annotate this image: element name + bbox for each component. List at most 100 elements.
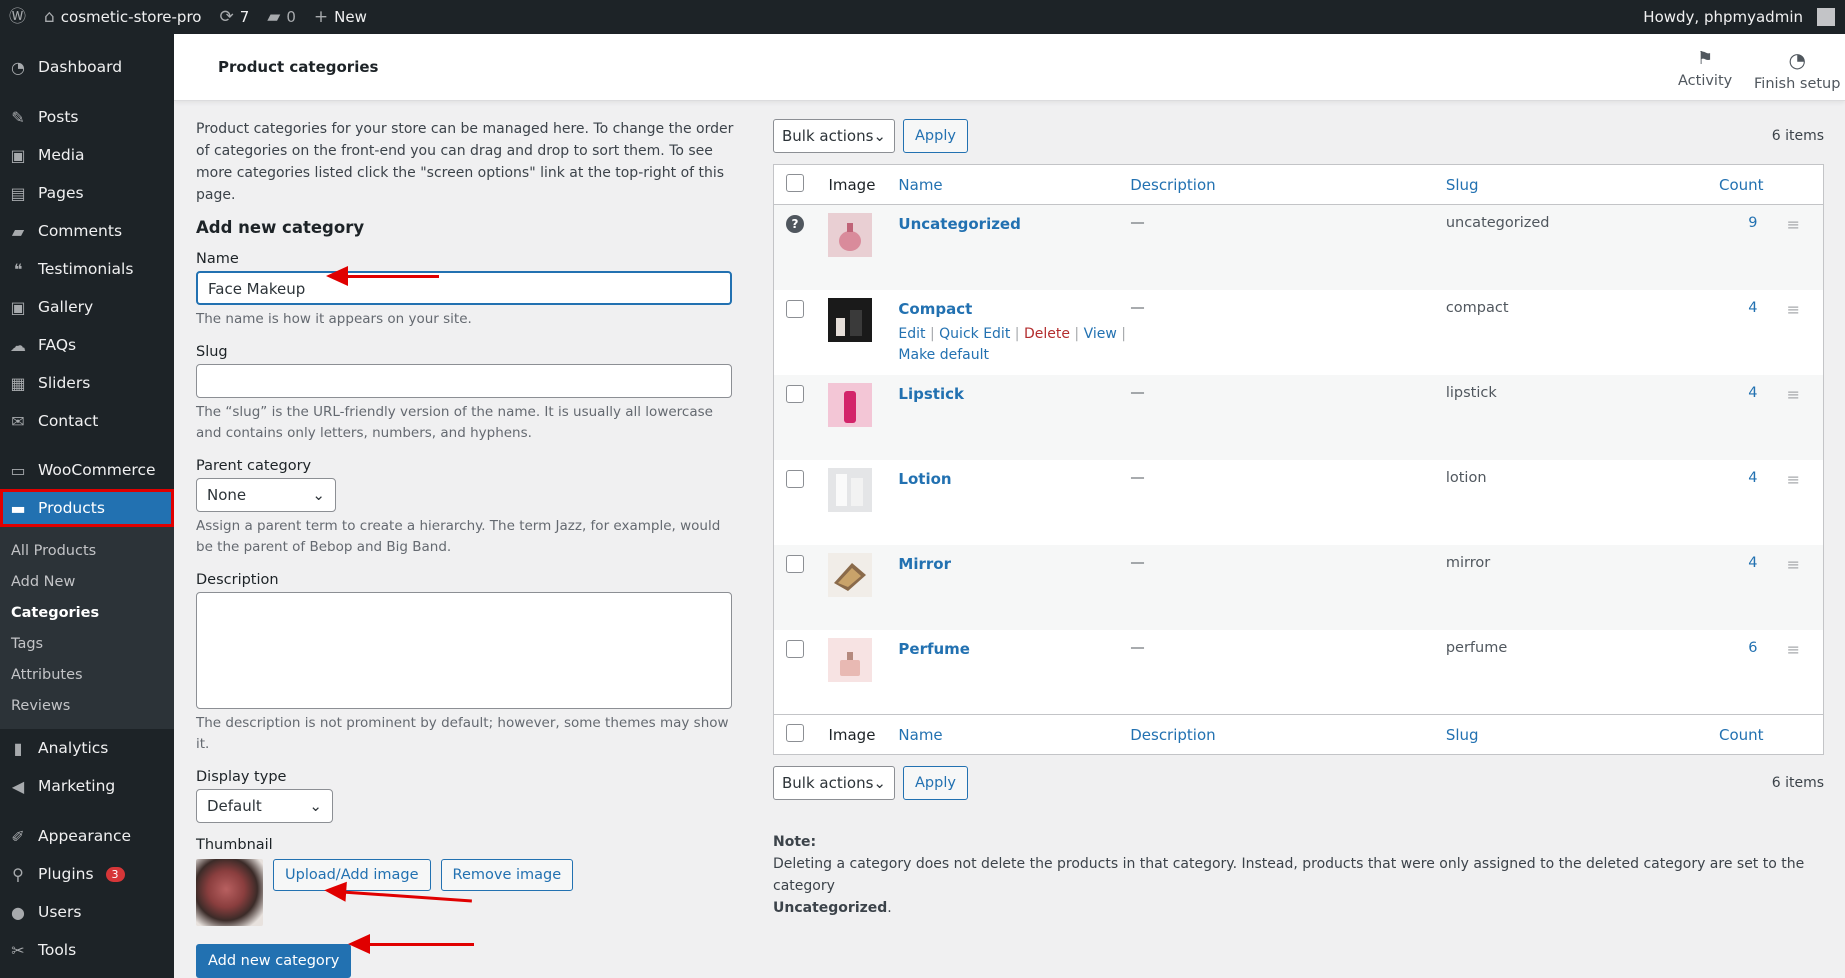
row-checkbox[interactable] xyxy=(786,384,804,403)
menu-media[interactable]: ▣ Media xyxy=(0,136,174,174)
category-name-link[interactable]: Uncategorized xyxy=(898,215,1020,233)
quick-edit-link[interactable]: Quick Edit xyxy=(939,326,1010,342)
bulk-actions-select-top[interactable]: Bulk actions ⌄ xyxy=(773,119,895,153)
submenu-reviews[interactable]: Reviews xyxy=(0,690,174,721)
archive-icon: ▬ xyxy=(10,498,26,518)
drag-handle-icon[interactable]: ≡ xyxy=(1764,460,1824,545)
updates-link[interactable]: ⟳ 7 xyxy=(210,0,258,34)
submenu-categories[interactable]: Categories xyxy=(0,597,174,628)
category-name-link[interactable]: Lotion xyxy=(898,470,951,488)
bulk-actions-select-bottom[interactable]: Bulk actions ⌄ xyxy=(773,766,895,800)
make-default-link[interactable]: Make default xyxy=(898,347,989,363)
menu-products[interactable]: ▬ Products xyxy=(0,489,174,527)
menu-testimonials[interactable]: ❝ Testimonials xyxy=(0,250,174,288)
category-name-link[interactable]: Mirror xyxy=(898,555,951,573)
comments-link[interactable]: ▰ 0 xyxy=(258,0,305,34)
category-name-link[interactable]: Compact xyxy=(898,300,972,318)
gallery-icon: ▣ xyxy=(10,297,26,317)
faq-icon: ☁ xyxy=(10,335,26,355)
menu-tools[interactable]: ✂ Tools xyxy=(0,931,174,969)
display-type-select[interactable]: Default ⌄ xyxy=(196,789,333,823)
column-slug-bottom[interactable]: Slug xyxy=(1445,714,1686,755)
row-checkbox[interactable] xyxy=(786,469,804,488)
upload-image-button[interactable]: Upload/Add image xyxy=(273,859,431,891)
menu-plugins[interactable]: ⚲ Plugins 3 xyxy=(0,855,174,893)
category-name-link[interactable]: Perfume xyxy=(898,640,970,658)
column-slug[interactable]: Slug xyxy=(1445,164,1686,205)
annotation-arrow xyxy=(348,934,474,954)
row-checkbox[interactable] xyxy=(786,639,804,658)
chevron-down-icon: ⌄ xyxy=(873,774,886,792)
menu-gallery[interactable]: ▣ Gallery xyxy=(0,288,174,326)
edit-link[interactable]: Edit xyxy=(898,326,925,342)
apply-button-top[interactable]: Apply xyxy=(903,119,968,153)
menu-comments[interactable]: ▰ Comments xyxy=(0,212,174,250)
menu-marketing[interactable]: ◀ Marketing xyxy=(0,767,174,805)
category-image xyxy=(828,552,873,597)
menu-users[interactable]: ● Users xyxy=(0,893,174,931)
category-count-link[interactable]: 4 xyxy=(1686,375,1764,460)
column-description[interactable]: Description xyxy=(1130,164,1446,205)
menu-sliders[interactable]: ▦ Sliders xyxy=(0,364,174,402)
apply-button-bottom[interactable]: Apply xyxy=(903,766,968,800)
flag-icon: ⚑ xyxy=(1697,48,1714,69)
menu-dashboard[interactable]: ◔ Dashboard xyxy=(0,48,174,86)
view-link[interactable]: View xyxy=(1084,326,1117,342)
menu-appearance[interactable]: ✐ Appearance xyxy=(0,817,174,855)
finish-setup-button[interactable]: ◔ Finish setup xyxy=(1754,48,1840,92)
menu-woocommerce[interactable]: ▭ WooCommerce xyxy=(0,451,174,489)
category-count-link[interactable]: 9 xyxy=(1686,205,1764,290)
delete-note: Note: Deleting a category does not delet… xyxy=(773,834,1805,916)
category-count-link[interactable]: 4 xyxy=(1686,460,1764,545)
category-slug: perfume xyxy=(1445,639,1508,656)
category-count-link[interactable]: 4 xyxy=(1686,290,1764,375)
menu-faqs[interactable]: ☁ FAQs xyxy=(0,326,174,364)
category-image xyxy=(828,637,873,682)
activity-button[interactable]: ⚑ Activity xyxy=(1678,48,1732,89)
name-input[interactable]: Face Makeup xyxy=(196,271,732,305)
thumbnail-label: Thumbnail xyxy=(196,837,273,853)
annotation-arrow xyxy=(326,266,439,286)
drag-handle-icon[interactable]: ≡ xyxy=(1764,630,1824,715)
wordpress-logo-icon[interactable]: Ⓦ xyxy=(0,0,35,34)
select-all-checkbox[interactable] xyxy=(786,173,804,192)
drag-handle-icon[interactable]: ≡ xyxy=(1764,375,1824,460)
submenu-add-new[interactable]: Add New xyxy=(0,566,174,597)
column-count-bottom[interactable]: Count xyxy=(1685,714,1764,755)
submenu-attributes[interactable]: Attributes xyxy=(0,659,174,690)
parent-category-select[interactable]: None ⌄ xyxy=(196,478,336,512)
menu-posts[interactable]: ✎ Posts xyxy=(0,98,174,136)
user-icon: ● xyxy=(11,902,25,922)
table-row: Lotion — lotion 4 ≡ xyxy=(774,460,1824,545)
add-category-button[interactable]: Add new category xyxy=(196,944,352,978)
column-name-bottom[interactable]: Name xyxy=(898,714,1131,755)
category-count-link[interactable]: 6 xyxy=(1686,630,1764,715)
items-count-bottom: 6 items xyxy=(1771,775,1824,791)
drag-handle-icon[interactable]: ≡ xyxy=(1764,545,1824,630)
home-icon: ⌂ xyxy=(44,6,55,27)
column-description-bottom[interactable]: Description xyxy=(1130,714,1446,755)
column-name[interactable]: Name xyxy=(898,164,1131,205)
site-name-link[interactable]: ⌂ cosmetic-store-pro xyxy=(35,0,210,34)
row-checkbox[interactable] xyxy=(786,554,804,573)
menu-contact[interactable]: ✉ Contact xyxy=(0,402,174,440)
help-icon: ? xyxy=(786,215,804,233)
parent-label: Parent category xyxy=(196,458,312,474)
row-checkbox[interactable] xyxy=(786,299,804,318)
menu-analytics[interactable]: ▮ Analytics xyxy=(0,729,174,767)
description-textarea[interactable] xyxy=(196,592,732,709)
submenu-all-products[interactable]: All Products xyxy=(0,535,174,566)
category-count-link[interactable]: 4 xyxy=(1686,545,1764,630)
slug-input[interactable] xyxy=(196,364,732,398)
select-all-checkbox-bottom[interactable] xyxy=(786,723,804,742)
remove-image-button[interactable]: Remove image xyxy=(440,859,574,891)
submenu-tags[interactable]: Tags xyxy=(0,628,174,659)
menu-pages[interactable]: ▤ Pages xyxy=(0,174,174,212)
drag-handle-icon[interactable]: ≡ xyxy=(1764,290,1824,375)
account-menu[interactable]: Howdy, phpmyadmin xyxy=(1634,0,1845,34)
delete-link[interactable]: Delete xyxy=(1024,326,1070,342)
drag-handle-icon[interactable]: ≡ xyxy=(1764,205,1824,290)
new-content-link[interactable]: + New xyxy=(305,0,376,34)
column-count[interactable]: Count xyxy=(1685,164,1764,205)
category-name-link[interactable]: Lipstick xyxy=(898,385,964,403)
